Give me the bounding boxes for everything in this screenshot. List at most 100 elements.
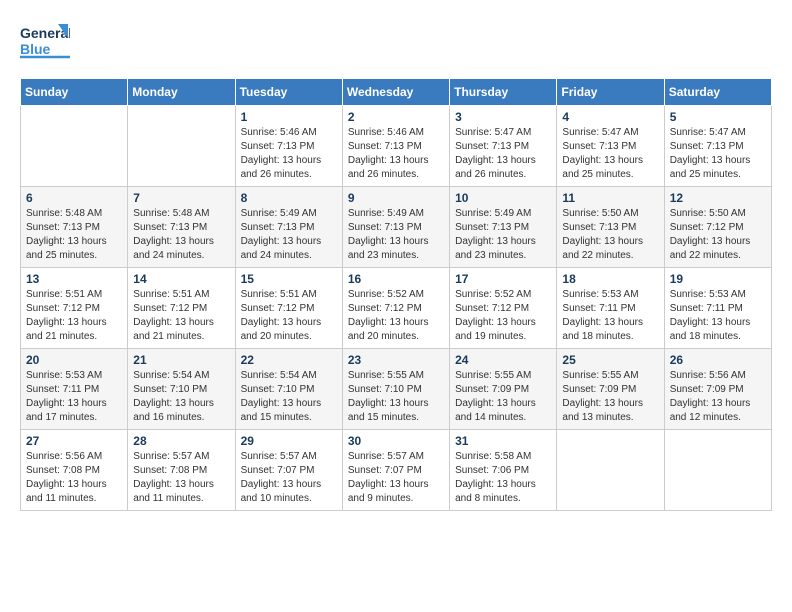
day-number: 11 [562, 191, 658, 205]
day-number: 6 [26, 191, 122, 205]
calendar-cell: 20 Sunrise: 5:53 AM Sunset: 7:11 PM Dayli… [21, 349, 128, 430]
calendar-cell: 6Sunrise: 5:48 AM Sunset: 7:13 PM Daylig… [21, 187, 128, 268]
calendar-cell: 28Sunrise: 5:57 AM Sunset: 7:08 PM Dayli… [128, 430, 235, 511]
calendar-week-3: 13 Sunrise: 5:51 AM Sunset: 7:12 PM Dayli… [21, 268, 772, 349]
day-info: Sunrise: 5:54 AM Sunset: 7:10 PM Dayligh… [241, 369, 337, 425]
day-info: Sunrise: 5:50 AM Sunset: 7:13 PM Dayligh… [562, 207, 658, 263]
day-info: Sunrise: 5:51 AM Sunset: 7:12 PM Dayligh… [26, 288, 122, 344]
day-info: Sunrise: 5:57 AM Sunset: 7:07 PM Dayligh… [241, 450, 337, 506]
calendar-cell: 22Sunrise: 5:54 AM Sunset: 7:10 PM Dayli… [235, 349, 342, 430]
calendar-cell: 9 Sunrise: 5:49 AM Sunset: 7:13 PM Daylig… [342, 187, 449, 268]
day-number: 27 [26, 434, 122, 448]
day-info: Sunrise: 5:46 AM Sunset: 7:13 PM Dayligh… [241, 126, 337, 182]
calendar-cell: 8Sunrise: 5:49 AM Sunset: 7:13 PM Daylig… [235, 187, 342, 268]
day-number: 2 [348, 110, 444, 124]
logo-icon: General Blue [20, 20, 70, 62]
day-info: Sunrise: 5:52 AM Sunset: 7:12 PM Dayligh… [348, 288, 444, 344]
calendar-cell: 18 Sunrise: 5:53 AM Sunset: 7:11 PM Dayli… [557, 268, 664, 349]
day-info: Sunrise: 5:51 AM Sunset: 7:12 PM Dayligh… [133, 288, 229, 344]
day-number: 20 [26, 353, 122, 367]
day-number: 4 [562, 110, 658, 124]
calendar-cell: 14 Sunrise: 5:51 AM Sunset: 7:12 PM Dayli… [128, 268, 235, 349]
day-number: 31 [455, 434, 551, 448]
day-info: Sunrise: 5:55 AM Sunset: 7:10 PM Dayligh… [348, 369, 444, 425]
calendar-cell: 19 Sunrise: 5:53 AM Sunset: 7:11 PM Dayli… [664, 268, 771, 349]
calendar-cell: 24 Sunrise: 5:55 AM Sunset: 7:09 PM Dayli… [450, 349, 557, 430]
day-info: Sunrise: 5:54 AM Sunset: 7:10 PM Dayligh… [133, 369, 229, 425]
calendar-week-4: 20 Sunrise: 5:53 AM Sunset: 7:11 PM Dayli… [21, 349, 772, 430]
day-info: Sunrise: 5:55 AM Sunset: 7:09 PM Dayligh… [455, 369, 551, 425]
weekday-header-tuesday: Tuesday [235, 79, 342, 106]
day-info: Sunrise: 5:49 AM Sunset: 7:13 PM Dayligh… [241, 207, 337, 263]
weekday-header-wednesday: Wednesday [342, 79, 449, 106]
page-header: General Blue [20, 20, 772, 62]
calendar-cell: 4 Sunrise: 5:47 AM Sunset: 7:13 PM Daylig… [557, 106, 664, 187]
weekday-header-friday: Friday [557, 79, 664, 106]
day-info: Sunrise: 5:51 AM Sunset: 7:12 PM Dayligh… [241, 288, 337, 344]
calendar-cell: 25Sunrise: 5:55 AM Sunset: 7:09 PM Dayli… [557, 349, 664, 430]
day-info: Sunrise: 5:46 AM Sunset: 7:13 PM Dayligh… [348, 126, 444, 182]
day-number: 18 [562, 272, 658, 286]
day-number: 24 [455, 353, 551, 367]
calendar-cell: 1 Sunrise: 5:46 AM Sunset: 7:13 PM Daylig… [235, 106, 342, 187]
day-number: 25 [562, 353, 658, 367]
calendar-header: SundayMondayTuesdayWednesdayThursdayFrid… [21, 79, 772, 106]
day-number: 30 [348, 434, 444, 448]
day-info: Sunrise: 5:53 AM Sunset: 7:11 PM Dayligh… [670, 288, 766, 344]
day-number: 23 [348, 353, 444, 367]
day-number: 19 [670, 272, 766, 286]
day-info: Sunrise: 5:57 AM Sunset: 7:08 PM Dayligh… [133, 450, 229, 506]
calendar-cell: 23 Sunrise: 5:55 AM Sunset: 7:10 PM Dayli… [342, 349, 449, 430]
calendar-cell [21, 106, 128, 187]
day-info: Sunrise: 5:50 AM Sunset: 7:12 PM Dayligh… [670, 207, 766, 263]
calendar-cell: 31 Sunrise: 5:58 AM Sunset: 7:06 PM Dayli… [450, 430, 557, 511]
calendar-cell: 11 Sunrise: 5:50 AM Sunset: 7:13 PM Dayli… [557, 187, 664, 268]
day-number: 14 [133, 272, 229, 286]
day-info: Sunrise: 5:49 AM Sunset: 7:13 PM Dayligh… [348, 207, 444, 263]
day-number: 5 [670, 110, 766, 124]
calendar-cell [664, 430, 771, 511]
logo: General Blue [20, 20, 70, 62]
day-info: Sunrise: 5:58 AM Sunset: 7:06 PM Dayligh… [455, 450, 551, 506]
day-number: 26 [670, 353, 766, 367]
day-number: 21 [133, 353, 229, 367]
day-info: Sunrise: 5:48 AM Sunset: 7:13 PM Dayligh… [133, 207, 229, 263]
day-info: Sunrise: 5:56 AM Sunset: 7:09 PM Dayligh… [670, 369, 766, 425]
calendar-cell [128, 106, 235, 187]
day-info: Sunrise: 5:57 AM Sunset: 7:07 PM Dayligh… [348, 450, 444, 506]
day-info: Sunrise: 5:49 AM Sunset: 7:13 PM Dayligh… [455, 207, 551, 263]
calendar-cell: 12 Sunrise: 5:50 AM Sunset: 7:12 PM Dayli… [664, 187, 771, 268]
calendar-cell: 21 Sunrise: 5:54 AM Sunset: 7:10 PM Dayli… [128, 349, 235, 430]
weekday-header-monday: Monday [128, 79, 235, 106]
day-number: 16 [348, 272, 444, 286]
calendar-week-5: 27 Sunrise: 5:56 AM Sunset: 7:08 PM Dayli… [21, 430, 772, 511]
calendar-cell: 2 Sunrise: 5:46 AM Sunset: 7:13 PM Daylig… [342, 106, 449, 187]
weekday-header-saturday: Saturday [664, 79, 771, 106]
day-number: 9 [348, 191, 444, 205]
day-number: 7 [133, 191, 229, 205]
day-number: 17 [455, 272, 551, 286]
day-number: 29 [241, 434, 337, 448]
day-number: 13 [26, 272, 122, 286]
day-number: 10 [455, 191, 551, 205]
calendar-cell: 10 Sunrise: 5:49 AM Sunset: 7:13 PM Dayli… [450, 187, 557, 268]
calendar-cell: 3Sunrise: 5:47 AM Sunset: 7:13 PM Daylig… [450, 106, 557, 187]
day-info: Sunrise: 5:53 AM Sunset: 7:11 PM Dayligh… [562, 288, 658, 344]
calendar-cell: 15Sunrise: 5:51 AM Sunset: 7:12 PM Dayli… [235, 268, 342, 349]
calendar-cell: 29 Sunrise: 5:57 AM Sunset: 7:07 PM Dayli… [235, 430, 342, 511]
day-info: Sunrise: 5:56 AM Sunset: 7:08 PM Dayligh… [26, 450, 122, 506]
calendar-week-2: 6 Sunrise: 5:48 AM Sunset: 7:13 PM Daylig… [21, 187, 772, 268]
calendar-cell [557, 430, 664, 511]
calendar-cell: 26 Sunrise: 5:56 AM Sunset: 7:09 PM Dayli… [664, 349, 771, 430]
day-info: Sunrise: 5:53 AM Sunset: 7:11 PM Dayligh… [26, 369, 122, 425]
day-number: 12 [670, 191, 766, 205]
calendar-table: SundayMondayTuesdayWednesdayThursdayFrid… [20, 78, 772, 511]
calendar-cell: 30 Sunrise: 5:57 AM Sunset: 7:07 PM Dayli… [342, 430, 449, 511]
day-info: Sunrise: 5:47 AM Sunset: 7:13 PM Dayligh… [455, 126, 551, 182]
day-number: 1 [241, 110, 337, 124]
day-info: Sunrise: 5:52 AM Sunset: 7:12 PM Dayligh… [455, 288, 551, 344]
day-info: Sunrise: 5:47 AM Sunset: 7:13 PM Dayligh… [562, 126, 658, 182]
calendar-cell: 7 Sunrise: 5:48 AM Sunset: 7:13 PM Daylig… [128, 187, 235, 268]
calendar-cell: 5Sunrise: 5:47 AM Sunset: 7:13 PM Daylig… [664, 106, 771, 187]
weekday-header-sunday: Sunday [21, 79, 128, 106]
